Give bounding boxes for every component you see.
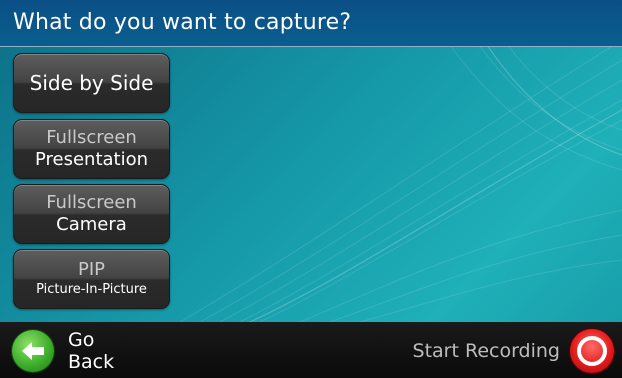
side-by-side-button[interactable]: Side by Side (13, 53, 170, 113)
page-title: What do you want to capture? (13, 10, 352, 35)
arrow-left-icon[interactable] (12, 330, 54, 372)
fullscreen-presentation-label-line1: Fullscreen (46, 127, 137, 148)
start-recording-button[interactable]: Start Recording (413, 328, 614, 374)
record-ring (577, 336, 607, 366)
fullscreen-camera-label-line1: Fullscreen (46, 192, 137, 213)
pip-label-line2: Picture-In-Picture (36, 282, 147, 297)
record-icon[interactable] (570, 329, 614, 373)
fullscreen-presentation-button[interactable]: Fullscreen Presentation (13, 119, 170, 179)
fullscreen-camera-button[interactable]: Fullscreen Camera (13, 184, 170, 244)
fullscreen-camera-label-line2: Camera (56, 214, 127, 235)
go-back-button[interactable]: Go Back (12, 329, 138, 373)
bottom-bar: Go Back Start Recording (0, 322, 622, 378)
side-by-side-label: Side by Side (29, 71, 154, 95)
capture-screen: What do you want to capture? Side by Sid… (0, 0, 622, 378)
pip-label-line1: PIP (77, 259, 106, 280)
pip-button[interactable]: PIP Picture-In-Picture (13, 249, 170, 309)
start-recording-label: Start Recording (412, 340, 560, 362)
fullscreen-presentation-label-line2: Presentation (34, 149, 149, 170)
go-back-label: Go Back (68, 329, 115, 373)
title-bar: What do you want to capture? (0, 0, 622, 47)
